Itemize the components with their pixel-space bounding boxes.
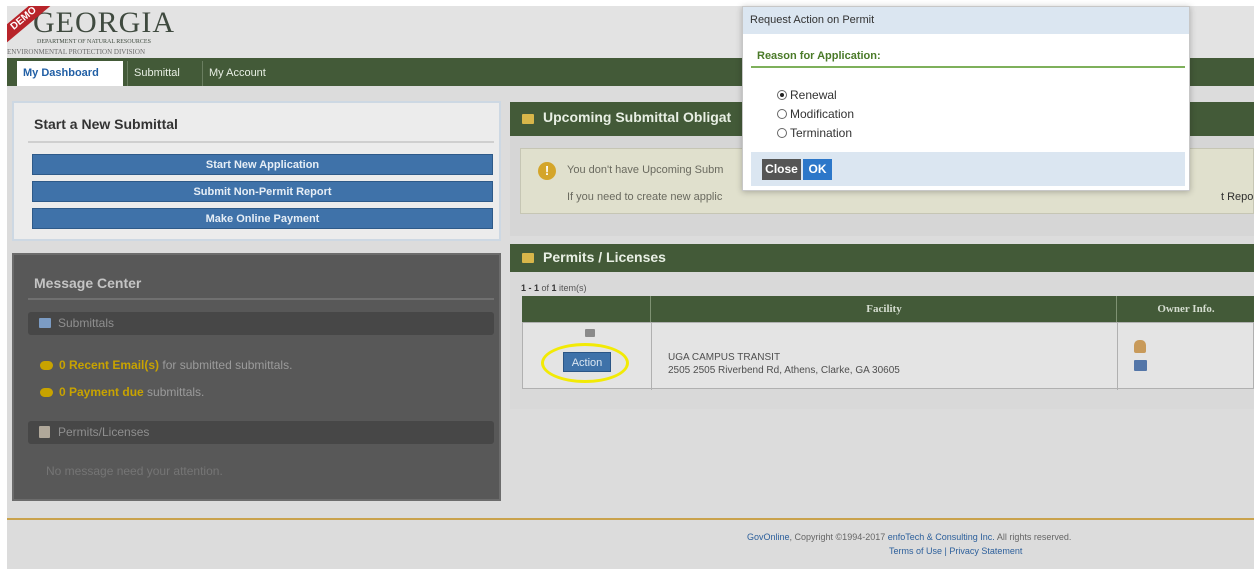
- close-button[interactable]: Close: [762, 159, 801, 180]
- recent-email-message[interactable]: 0 Recent Email(s) for submitted submitta…: [40, 358, 292, 372]
- logo-title[interactable]: GEORGIA: [33, 6, 175, 40]
- obligations-message: You don't have Upcoming Subm: [567, 164, 724, 176]
- message-bubble-icon: [40, 361, 53, 371]
- table-header: Facility Owner Info.: [522, 296, 1254, 322]
- tab-my-account[interactable]: My Account: [202, 61, 286, 86]
- privacy-statement-link[interactable]: Privacy Statement: [949, 546, 1022, 556]
- message-center-panel: Message Center Submittals 0 Recent Email…: [12, 253, 501, 501]
- divider: [28, 298, 494, 300]
- item-count-range: 1 - 1: [521, 283, 540, 293]
- action-button[interactable]: Action: [563, 352, 611, 372]
- radio-renewal[interactable]: Renewal: [777, 88, 837, 102]
- radio-termination-label[interactable]: Termination: [790, 126, 852, 140]
- folder-icon: [522, 114, 534, 124]
- terms-of-use-link[interactable]: Terms of Use: [889, 546, 942, 556]
- item-count-suffix: item(s): [556, 283, 587, 293]
- radio-renewal-label[interactable]: Renewal: [790, 88, 837, 102]
- radio-button[interactable]: [777, 128, 787, 138]
- recent-email-text: for submitted submittals.: [159, 358, 293, 372]
- column-header-action: [522, 296, 650, 322]
- submittals-section-header[interactable]: Submittals: [28, 312, 494, 335]
- warning-icon: !: [538, 162, 556, 180]
- printer-icon[interactable]: [585, 329, 595, 337]
- recent-email-count[interactable]: 0 Recent Email(s): [59, 358, 159, 372]
- message-bubble-icon: [40, 388, 53, 398]
- logo-subtitle-division: ENVIRONMENTAL PROTECTION DIVISION: [7, 48, 146, 56]
- facility-address: 2505 2505 Riverbend Rd, Athens, Clarke, …: [668, 365, 900, 376]
- payment-due-message[interactable]: 0 Payment due submittals.: [40, 385, 204, 399]
- column-header-facility[interactable]: Facility: [650, 296, 1117, 322]
- footer-links: Terms of Use | Privacy Statement: [889, 546, 1022, 556]
- permits-label: Permits/Licenses: [58, 425, 150, 439]
- tab-submittal[interactable]: Submittal: [127, 61, 199, 86]
- permits-header: Permits / Licenses: [510, 244, 1254, 272]
- payment-due-count[interactable]: 0 Payment due: [59, 385, 144, 399]
- message-center-title: Message Center: [34, 275, 142, 291]
- permits-title: Permits / Licenses: [543, 249, 666, 265]
- obligations-hint-tail: t Report, o: [1221, 191, 1254, 203]
- divider: [28, 141, 494, 143]
- footer-divider: [7, 518, 1254, 520]
- folder-icon: [522, 253, 534, 263]
- obligations-title: Upcoming Submittal Obligat: [543, 109, 732, 125]
- new-submittal-title: Start a New Submittal: [34, 116, 178, 132]
- request-action-dialog: Request Action on Permit Reason for Appl…: [742, 6, 1190, 191]
- footer-company-link[interactable]: enfoTech & Consulting Inc.: [888, 532, 995, 542]
- table-row: Action UGA CAMPUS TRANSIT 2505 2505 Rive…: [522, 322, 1254, 390]
- footer-copyright-text: , Copyright ©1994-2017: [789, 532, 888, 542]
- column-header-owner-info[interactable]: Owner Info.: [1116, 296, 1254, 322]
- footer-product-link[interactable]: GovOnline: [747, 532, 790, 542]
- permits-icon: [39, 426, 50, 438]
- radio-button[interactable]: [777, 109, 787, 119]
- radio-button-checked[interactable]: [777, 90, 787, 100]
- permits-section-header[interactable]: Permits/Licenses: [28, 421, 494, 444]
- radio-termination[interactable]: Termination: [777, 126, 852, 140]
- footer-copyright: GovOnline, Copyright ©1994-2017 enfoTech…: [747, 532, 1071, 542]
- owner-contact-icon[interactable]: [1134, 340, 1146, 353]
- payment-due-text: submittals.: [143, 385, 205, 399]
- logo-subtitle-dept: DEPARTMENT OF NATURAL RESOURCES: [37, 39, 151, 45]
- no-message-text: No message need your attention.: [46, 464, 223, 478]
- item-count: 1 - 1 of 1 item(s): [521, 283, 587, 293]
- dialog-title: Request Action on Permit: [750, 14, 875, 26]
- obligations-hint: If you need to create new applic: [567, 191, 723, 203]
- reason-label: Reason for Application:: [757, 50, 881, 62]
- make-online-payment-button[interactable]: Make Online Payment: [32, 208, 493, 229]
- submit-non-permit-report-button[interactable]: Submit Non-Permit Report: [32, 181, 493, 202]
- tab-my-dashboard[interactable]: My Dashboard: [17, 61, 123, 86]
- facility-name: UGA CAMPUS TRANSIT: [668, 352, 781, 363]
- submittals-icon: [39, 318, 51, 328]
- owner-details-icon[interactable]: [1134, 360, 1147, 371]
- new-submittal-panel: Start a New Submittal Start New Applicat…: [12, 101, 501, 241]
- radio-modification[interactable]: Modification: [777, 107, 854, 121]
- footer-rights-text: All rights reserved.: [994, 532, 1072, 542]
- submittals-label: Submittals: [58, 316, 115, 330]
- start-new-application-button[interactable]: Start New Application: [32, 154, 493, 175]
- dialog-titlebar[interactable]: Request Action on Permit: [743, 7, 1189, 34]
- dialog-divider: [751, 66, 1185, 68]
- item-count-of: of: [539, 283, 552, 293]
- radio-modification-label[interactable]: Modification: [790, 107, 854, 121]
- ok-button[interactable]: OK: [803, 159, 832, 180]
- column-divider: [1117, 323, 1118, 390]
- column-divider: [651, 323, 652, 390]
- permits-body: 1 - 1 of 1 item(s) Facility Owner Info. …: [510, 272, 1254, 409]
- dialog-footer: Close OK: [751, 152, 1185, 186]
